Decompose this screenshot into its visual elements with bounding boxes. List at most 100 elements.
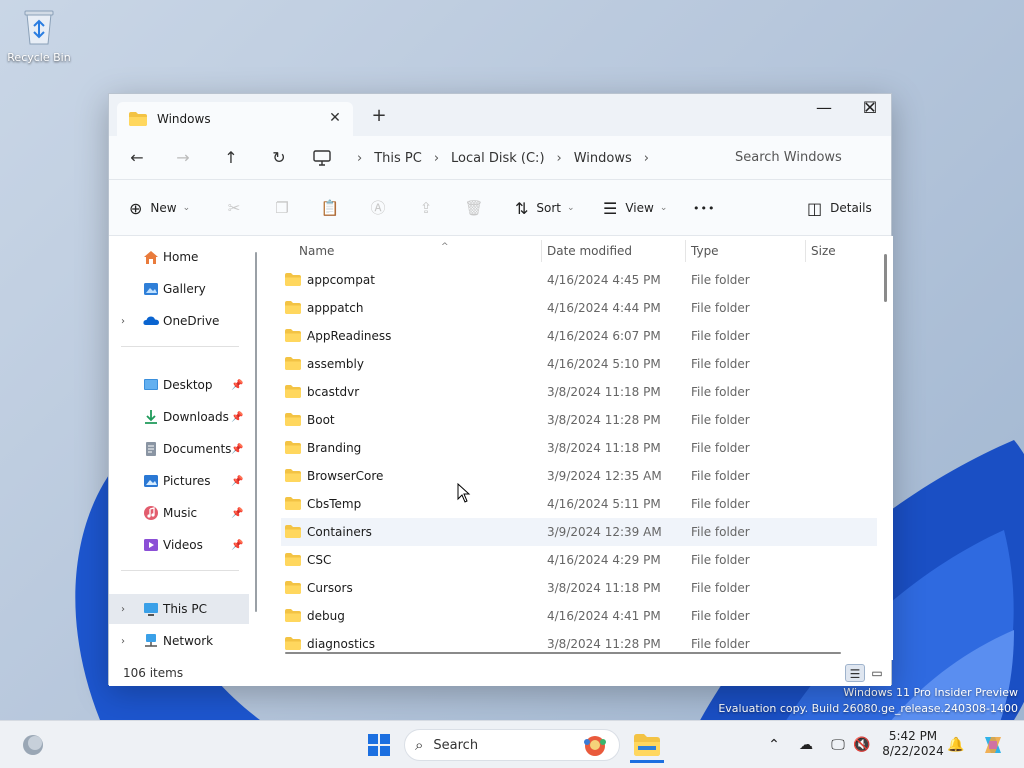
- sidebar-item-videos[interactable]: Videos 📌: [109, 530, 249, 560]
- chevron-right-icon[interactable]: ›: [121, 636, 125, 647]
- column-header-label: Name: [299, 244, 335, 258]
- file-explorer-taskbar-button[interactable]: [630, 729, 664, 763]
- pin-icon: 📌: [231, 507, 244, 519]
- document-icon: [146, 442, 156, 456]
- sidebar-scrollbar[interactable]: [255, 252, 257, 612]
- table-row[interactable]: Boot 3/8/2024 11:28 PM File folder: [281, 406, 877, 434]
- table-row[interactable]: BrowserCore 3/9/2024 12:35 AM File folder: [281, 462, 877, 490]
- details-view-icon[interactable]: ☰: [845, 664, 865, 682]
- breadcrumb-windows[interactable]: Windows: [574, 151, 632, 166]
- table-row[interactable]: apppatch 4/16/2024 4:44 PM File folder: [281, 294, 877, 322]
- sidebar-item-pictures[interactable]: Pictures 📌: [109, 466, 249, 496]
- minimize-button[interactable]: —: [801, 94, 847, 124]
- tab-close-icon[interactable]: ✕: [327, 110, 343, 126]
- copilot-icon: [985, 737, 1001, 753]
- table-row[interactable]: bcastdvr 3/8/2024 11:18 PM File folder: [281, 378, 877, 406]
- copilot-button[interactable]: [978, 729, 1008, 761]
- volume-icon[interactable]: 🔇: [852, 735, 872, 755]
- network-icon: [145, 634, 157, 647]
- folder-icon: [285, 385, 301, 398]
- chevron-right-icon[interactable]: ›: [121, 604, 125, 615]
- widgets-weather-icon[interactable]: [18, 729, 48, 761]
- tab-windows[interactable]: Windows ✕: [117, 102, 353, 136]
- column-header-date[interactable]: Date modified: [547, 240, 632, 262]
- table-row[interactable]: assembly 4/16/2024 5:10 PM File folder: [281, 350, 877, 378]
- sidebar-item-downloads[interactable]: Downloads 📌: [109, 402, 249, 432]
- up-button[interactable]: ↑: [217, 146, 245, 170]
- cloud-offline-icon[interactable]: ☁: [796, 735, 816, 755]
- sidebar-item-home[interactable]: Home: [109, 242, 249, 272]
- new-tab-button[interactable]: +: [367, 106, 391, 128]
- file-type: File folder: [691, 273, 750, 287]
- network-tray-icon[interactable]: 🖵: [828, 735, 848, 755]
- chevron-up-icon[interactable]: ⌃: [764, 735, 784, 755]
- view-button-label: View: [625, 201, 654, 215]
- sidebar-item-onedrive[interactable]: › OneDrive: [109, 306, 249, 336]
- file-name: Boot: [307, 413, 335, 427]
- column-divider[interactable]: [805, 240, 806, 262]
- folder-icon: [285, 301, 301, 314]
- refresh-button[interactable]: ↻: [265, 146, 293, 170]
- cut-icon[interactable]: ✂: [223, 197, 245, 219]
- table-row[interactable]: Containers 3/9/2024 12:39 AM File folder: [281, 518, 877, 546]
- breadcrumb-this-pc[interactable]: This PC: [374, 151, 422, 166]
- breadcrumb-local-disk[interactable]: Local Disk (C:): [451, 151, 544, 166]
- sidebar-item-network[interactable]: › Network: [109, 626, 249, 656]
- file-type: File folder: [691, 441, 750, 455]
- forward-button[interactable]: →: [169, 146, 197, 170]
- search-highlight-icon: [584, 736, 606, 756]
- copy-icon[interactable]: ❐: [271, 197, 293, 219]
- view-button[interactable]: ☰ View ⌄: [603, 197, 667, 219]
- sidebar-item-desktop[interactable]: Desktop 📌: [109, 370, 249, 400]
- mouse-cursor-icon: [457, 483, 471, 503]
- file-date: 4/16/2024 4:45 PM: [547, 273, 661, 287]
- recycle-bin-shortcut[interactable]: Recycle Bin: [6, 6, 72, 64]
- table-row[interactable]: debug 4/16/2024 4:41 PM File folder: [281, 602, 877, 630]
- column-header-name[interactable]: ^ Name: [299, 240, 449, 262]
- back-button[interactable]: ←: [123, 146, 151, 170]
- notification-bell-icon[interactable]: 🔔: [946, 735, 966, 755]
- column-header-size[interactable]: Size: [811, 240, 836, 262]
- breadcrumb-expand-icon[interactable]: ›: [644, 151, 649, 166]
- delete-icon[interactable]: 🗑: [463, 197, 485, 219]
- table-row[interactable]: Cursors 3/8/2024 11:18 PM File folder: [281, 574, 877, 602]
- sidebar-item-documents[interactable]: Documents 📌: [109, 434, 249, 464]
- sidebar-item-label: Pictures: [163, 474, 211, 488]
- close-button[interactable]: ✕: [847, 94, 893, 124]
- taskbar-search-box[interactable]: ⌕ Search: [404, 729, 620, 761]
- table-row[interactable]: AppReadiness 4/16/2024 6:07 PM File folder: [281, 322, 877, 350]
- table-row[interactable]: CSC 4/16/2024 4:29 PM File folder: [281, 546, 877, 574]
- file-date: 3/9/2024 12:35 AM: [547, 469, 662, 483]
- paste-icon[interactable]: 📋: [319, 197, 341, 219]
- search-input[interactable]: Search Windows: [721, 142, 885, 174]
- column-divider[interactable]: [541, 240, 542, 262]
- table-row[interactable]: CbsTemp 4/16/2024 5:11 PM File folder: [281, 490, 877, 518]
- vertical-scrollbar[interactable]: [884, 254, 887, 302]
- column-header-type[interactable]: Type: [691, 240, 719, 262]
- chevron-down-icon: ⌄: [567, 203, 575, 213]
- taskbar-clock[interactable]: 5:42 PM 8/22/2024: [880, 729, 946, 759]
- chevron-right-icon[interactable]: ›: [121, 316, 125, 327]
- more-options-button[interactable]: •••: [693, 197, 715, 219]
- sort-button[interactable]: ⇅ Sort ⌄: [515, 197, 575, 219]
- sidebar-item-label: Home: [163, 250, 199, 264]
- table-row[interactable]: appcompat 4/16/2024 4:45 PM File folder: [281, 266, 877, 294]
- address-bar[interactable]: › This PC › Local Disk (C:) › Windows ›: [313, 142, 693, 174]
- share-icon[interactable]: ⇪: [415, 197, 437, 219]
- horizontal-scrollbar[interactable]: [285, 652, 841, 654]
- column-divider[interactable]: [685, 240, 686, 262]
- file-name: CbsTemp: [307, 497, 362, 511]
- sidebar-item-gallery[interactable]: Gallery: [109, 274, 249, 304]
- tiles-view-icon[interactable]: ▭: [867, 664, 887, 682]
- details-pane-button[interactable]: ◫ Details: [807, 197, 872, 219]
- start-button[interactable]: [364, 729, 394, 761]
- table-row[interactable]: Branding 3/8/2024 11:18 PM File folder: [281, 434, 877, 462]
- file-type: File folder: [691, 525, 750, 539]
- sidebar-item-this-pc[interactable]: › This PC: [109, 594, 249, 624]
- pictures-icon: [144, 475, 158, 487]
- rename-icon[interactable]: Ⓐ: [367, 197, 389, 219]
- new-button[interactable]: ⊕ New ⌄: [129, 197, 190, 219]
- file-date: 3/9/2024 12:39 AM: [547, 525, 662, 539]
- videos-icon: [144, 539, 158, 551]
- sidebar-item-music[interactable]: Music 📌: [109, 498, 249, 528]
